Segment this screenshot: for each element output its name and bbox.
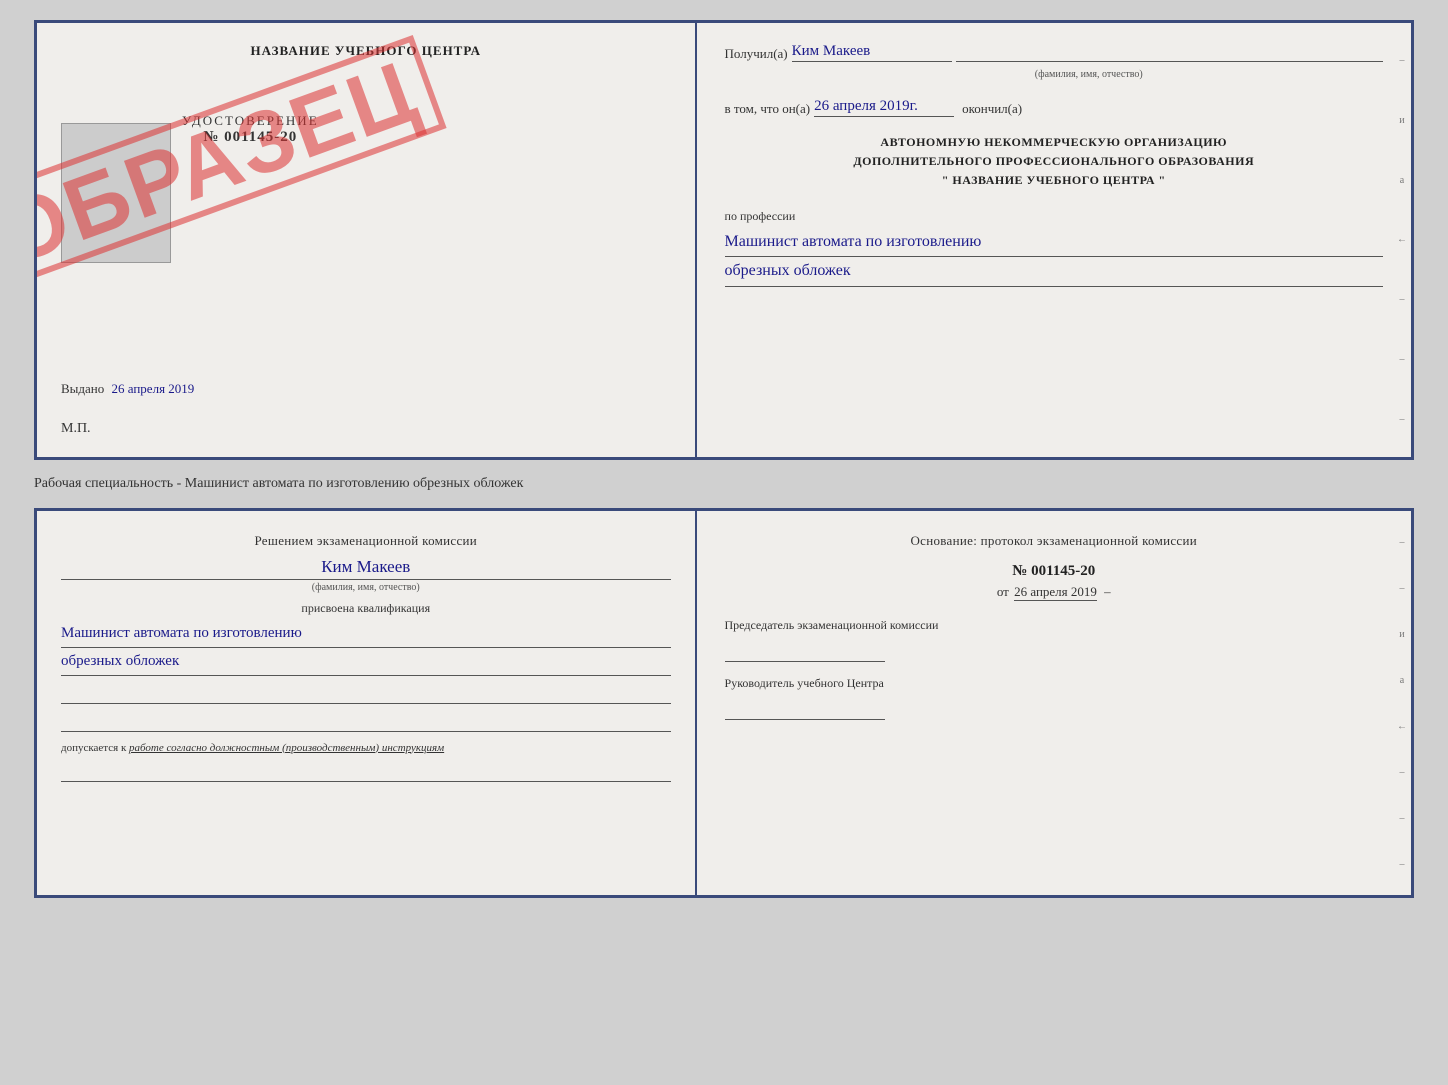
basis-title: Основание: протокол экзаменационной коми…: [725, 531, 1383, 551]
date-row: в том, что он(а) 26 апреля 2019г. окончи…: [725, 98, 1383, 117]
blank-line-3: [61, 760, 671, 782]
blank-line-2: [61, 710, 671, 732]
mp-label: М.П.: [61, 421, 91, 437]
bottom-right-edge-marks: – – и а ← – – –: [1393, 511, 1411, 895]
protocol-date-value: 26 апреля 2019: [1014, 584, 1097, 601]
qual-line2: обрезных обложек: [61, 648, 671, 676]
chair-sig-line: [725, 638, 885, 662]
date-value: 26 апреля 2019г.: [814, 98, 954, 117]
org-block: АВТОНОМНУЮ НЕКОММЕРЧЕСКУЮ ОРГАНИЗАЦИЮ ДО…: [725, 133, 1383, 191]
org-line1: АВТОНОМНУЮ НЕКОММЕРЧЕСКУЮ ОРГАНИЗАЦИЮ: [725, 133, 1383, 152]
protocol-date: от 26 апреля 2019 –: [725, 584, 1383, 600]
decision-title: Решением экзаменационной комиссии: [61, 531, 671, 551]
admit-italic: работе согласно должностным (производств…: [129, 742, 444, 754]
admit-text: допускается к работе согласно должностны…: [61, 742, 671, 754]
chair-label: Председатель экзаменационной комиссии: [725, 616, 1383, 634]
chair-block: Председатель экзаменационной комиссии: [725, 616, 1383, 662]
issued-date: 26 апреля 2019: [112, 381, 195, 396]
cert-title-block: УДОСТОВЕРЕНИЕ № 001145-20: [182, 113, 319, 146]
top-document: НАЗВАНИЕ УЧЕБНОГО ЦЕНТРА УДОСТОВЕРЕНИЕ №…: [34, 20, 1414, 460]
profession-label: по профессии: [725, 209, 1383, 224]
org-line3: " НАЗВАНИЕ УЧЕБНОГО ЦЕНТРА ": [725, 171, 1383, 190]
cert-word: УДОСТОВЕРЕНИЕ: [182, 113, 319, 129]
bottom-left-panel: Решением экзаменационной комиссии Ким Ма…: [37, 511, 697, 895]
top-right-panel: Получил(а) Ким Макеев (фамилия, имя, отч…: [697, 23, 1411, 457]
profession-line1: Машинист автомата по изготовлению: [725, 228, 1383, 258]
right-edge-marks: – и а ← – – –: [1393, 23, 1411, 457]
org-line2: ДОПОЛНИТЕЛЬНОГО ПРОФЕССИОНАЛЬНОГО ОБРАЗО…: [725, 152, 1383, 171]
top-institution-title: НАЗВАНИЕ УЧЕБНОГО ЦЕНТРА: [61, 43, 671, 59]
photo-area: [61, 123, 171, 263]
received-row: Получил(а) Ким Макеев: [725, 43, 1383, 62]
bottom-name-sub: (фамилия, имя, отчество): [61, 579, 671, 593]
bottom-name-value: Ким Макеев: [61, 557, 671, 577]
issued-label: Выдано: [61, 381, 104, 396]
bottom-right-panel: Основание: протокол экзаменационной коми…: [697, 511, 1411, 895]
head-block: Руководитель учебного Центра: [725, 674, 1383, 720]
separator-text: Рабочая специальность - Машинист автомат…: [34, 476, 1414, 492]
date-suffix: окончил(а): [962, 101, 1022, 117]
top-left-panel: НАЗВАНИЕ УЧЕБНОГО ЦЕНТРА УДОСТОВЕРЕНИЕ №…: [37, 23, 697, 457]
qual-label: присвоена квалификация: [61, 601, 671, 616]
qual-line1: Машинист автомата по изготовлению: [61, 620, 671, 648]
profession-line2: обрезных обложек: [725, 257, 1383, 287]
issued-line: Выдано 26 апреля 2019: [61, 381, 194, 397]
admit-label: допускается к: [61, 742, 126, 754]
cert-number: № 001145-20: [182, 129, 319, 146]
received-sub: (фамилия, имя, отчество): [795, 69, 1383, 80]
received-value: Ким Макеев: [792, 43, 952, 62]
date-prefix: в том, что он(а): [725, 101, 811, 117]
bottom-document: Решением экзаменационной комиссии Ким Ма…: [34, 508, 1414, 898]
head-label: Руководитель учебного Центра: [725, 674, 1383, 692]
head-sig-line: [725, 696, 885, 720]
received-dash: [956, 61, 1383, 62]
protocol-number: № 001145-20: [725, 563, 1383, 580]
protocol-date-prefix: от: [997, 584, 1009, 599]
blank-line-1: [61, 682, 671, 704]
received-label: Получил(а): [725, 46, 788, 62]
